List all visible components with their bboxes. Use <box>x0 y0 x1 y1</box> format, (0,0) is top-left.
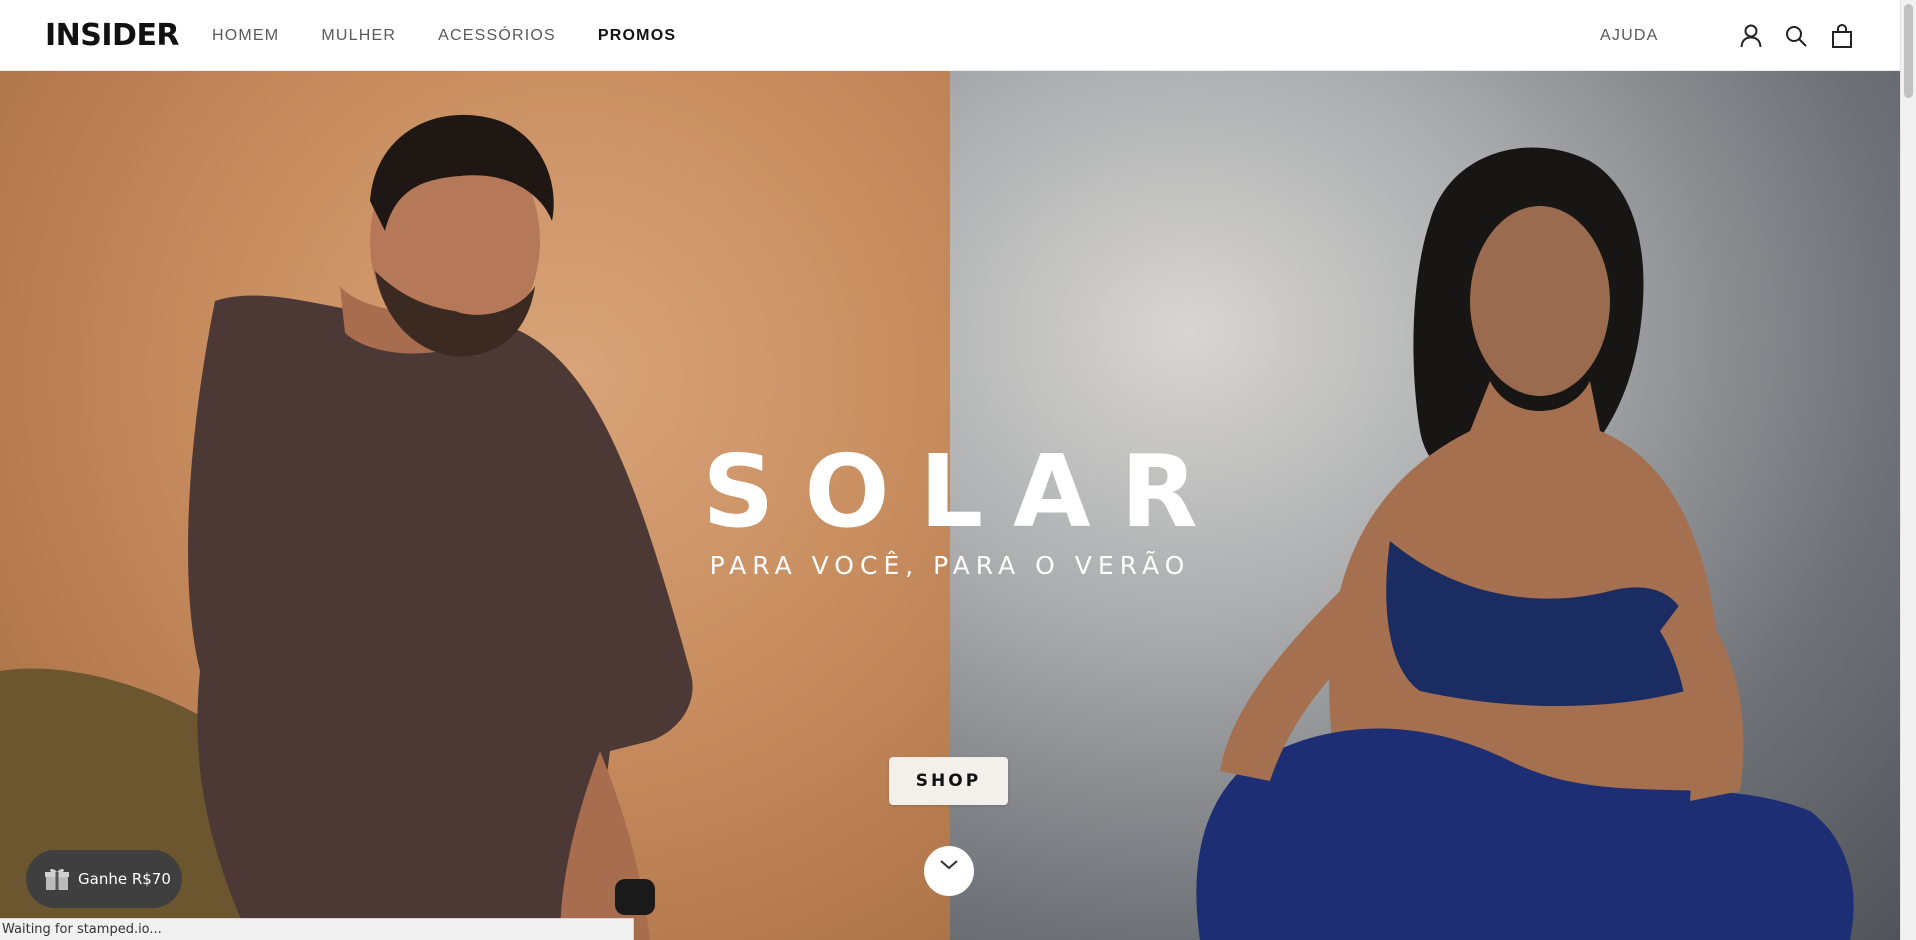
chevron-down-icon <box>940 860 958 870</box>
site-header: INSIDER HOMEM MULHER ACESSÓRIOS PROMOS A… <box>0 0 1900 71</box>
nav-item-acessorios[interactable]: ACESSÓRIOS <box>438 27 556 45</box>
main-nav: HOMEM MULHER ACESSÓRIOS PROMOS <box>212 27 676 45</box>
hero-banner[interactable]: SOLAR PARA VOCÊ, PARA O VERÃO <box>0 71 1900 940</box>
brand-logo[interactable]: INSIDER <box>45 18 180 53</box>
nav-item-promos[interactable]: PROMOS <box>598 27 676 45</box>
scrollbar-thumb[interactable] <box>1904 4 1913 98</box>
browser-status-bar: Waiting for stamped.io... <box>0 918 634 940</box>
scroll-down-button[interactable] <box>924 846 974 896</box>
search-icon[interactable] <box>1782 22 1810 50</box>
hero-title: SOLAR <box>702 433 1228 550</box>
nav-item-mulher[interactable]: MULHER <box>321 27 396 45</box>
page-scrollbar[interactable] <box>1900 0 1916 940</box>
shop-button[interactable]: SHOP <box>889 757 1008 805</box>
gift-label: Ganhe R$70 <box>78 870 171 888</box>
help-link[interactable]: AJUDA <box>1600 27 1658 45</box>
rewards-gift-button[interactable]: Ganhe R$70 <box>26 850 182 908</box>
account-icon[interactable] <box>1737 22 1765 50</box>
cart-icon[interactable] <box>1828 22 1856 50</box>
hero-subtitle: PARA VOCÊ, PARA O VERÃO <box>709 551 1191 580</box>
gift-icon <box>45 868 69 890</box>
nav-item-homem[interactable]: HOMEM <box>212 27 279 45</box>
